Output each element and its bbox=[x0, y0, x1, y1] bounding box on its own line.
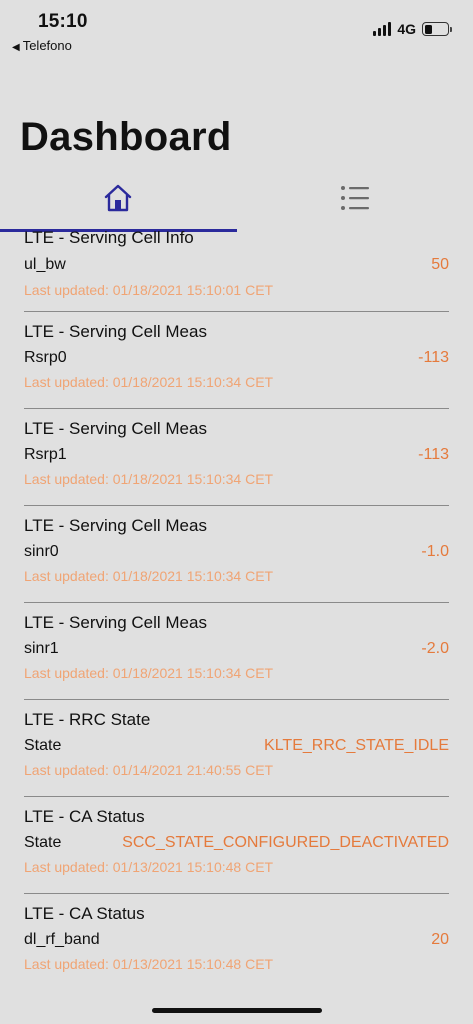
item-title: LTE - Serving Cell Meas bbox=[24, 322, 207, 341]
list-item[interactable]: LTE - CA Status dl_rf_band 20 Last updat… bbox=[24, 894, 449, 991]
back-app-label: Telefono bbox=[22, 38, 72, 53]
status-bar: 15:10 ◀ Telefono 4G bbox=[0, 0, 473, 60]
item-key: dl_rf_band bbox=[24, 931, 100, 948]
status-time: 15:10 bbox=[38, 11, 88, 32]
item-key: Rsrp0 bbox=[24, 349, 67, 366]
list-item[interactable]: LTE - Serving Cell Info ul_bw 50 Last up… bbox=[24, 222, 449, 312]
item-updated: Last updated: 01/18/2021 15:10:34 CET bbox=[24, 665, 274, 681]
item-value: KLTE_RRC_STATE_IDLE bbox=[264, 737, 449, 754]
item-title: LTE - Serving Cell Meas bbox=[24, 613, 207, 632]
item-title: LTE - CA Status bbox=[24, 807, 145, 826]
battery-icon bbox=[422, 22, 452, 36]
item-title: LTE - CA Status bbox=[24, 904, 145, 923]
item-updated: Last updated: 01/18/2021 15:10:34 CET bbox=[24, 568, 274, 584]
item-title: LTE - Serving Cell Info bbox=[24, 228, 194, 247]
page-title: Dashboard bbox=[20, 115, 232, 159]
list-item[interactable]: LTE - Serving Cell Meas sinr1 -2.0 Last … bbox=[24, 603, 449, 700]
item-value: -1.0 bbox=[421, 543, 449, 560]
item-value: 20 bbox=[431, 931, 449, 948]
item-updated: Last updated: 01/18/2021 15:10:34 CET bbox=[24, 471, 274, 487]
list-item[interactable]: LTE - Serving Cell Meas Rsrp1 -113 Last … bbox=[24, 409, 449, 506]
cellular-signal-icon bbox=[373, 22, 392, 36]
item-title: LTE - Serving Cell Meas bbox=[24, 419, 207, 438]
network-type: 4G bbox=[397, 21, 416, 37]
back-triangle-icon: ◀ bbox=[12, 42, 20, 53]
item-key: sinr0 bbox=[24, 543, 59, 560]
item-value: SCC_STATE_CONFIGURED_DEACTIVATED bbox=[122, 834, 449, 851]
item-value: 50 bbox=[431, 256, 449, 273]
item-title: LTE - RRC State bbox=[24, 710, 151, 729]
list-icon bbox=[341, 186, 369, 210]
item-key: ul_bw bbox=[24, 256, 66, 273]
item-value: -113 bbox=[418, 349, 449, 366]
back-to-app-link[interactable]: ◀ Telefono bbox=[12, 38, 72, 53]
dashboard-list[interactable]: LTE - Serving Cell Info ul_bw 50 Last up… bbox=[0, 222, 473, 991]
item-updated: Last updated: 01/13/2021 15:10:48 CET bbox=[24, 859, 274, 875]
status-indicators: 4G bbox=[373, 21, 452, 37]
list-item[interactable]: LTE - CA Status State SCC_STATE_CONFIGUR… bbox=[24, 797, 449, 894]
item-updated: Last updated: 01/14/2021 21:40:55 CET bbox=[24, 762, 274, 778]
item-updated: Last updated: 01/13/2021 15:10:48 CET bbox=[24, 956, 274, 972]
item-updated: Last updated: 01/18/2021 15:10:01 CET bbox=[24, 282, 274, 298]
battery-level-fill bbox=[424, 24, 433, 34]
home-indicator[interactable] bbox=[152, 1008, 322, 1013]
item-title: LTE - Serving Cell Meas bbox=[24, 516, 207, 535]
list-item[interactable]: LTE - Serving Cell Meas Rsrp0 -113 Last … bbox=[24, 312, 449, 409]
item-key: State bbox=[24, 834, 62, 851]
item-updated: Last updated: 01/18/2021 15:10:34 CET bbox=[24, 374, 274, 390]
list-item[interactable]: LTE - RRC State State KLTE_RRC_STATE_IDL… bbox=[24, 700, 449, 797]
item-value: -2.0 bbox=[421, 640, 449, 657]
item-key: sinr1 bbox=[24, 640, 59, 657]
item-key: State bbox=[24, 737, 62, 754]
list-item[interactable]: LTE - Serving Cell Meas sinr0 -1.0 Last … bbox=[24, 506, 449, 603]
item-key: Rsrp1 bbox=[24, 446, 67, 463]
item-value: -113 bbox=[418, 446, 449, 463]
home-icon bbox=[104, 184, 132, 212]
